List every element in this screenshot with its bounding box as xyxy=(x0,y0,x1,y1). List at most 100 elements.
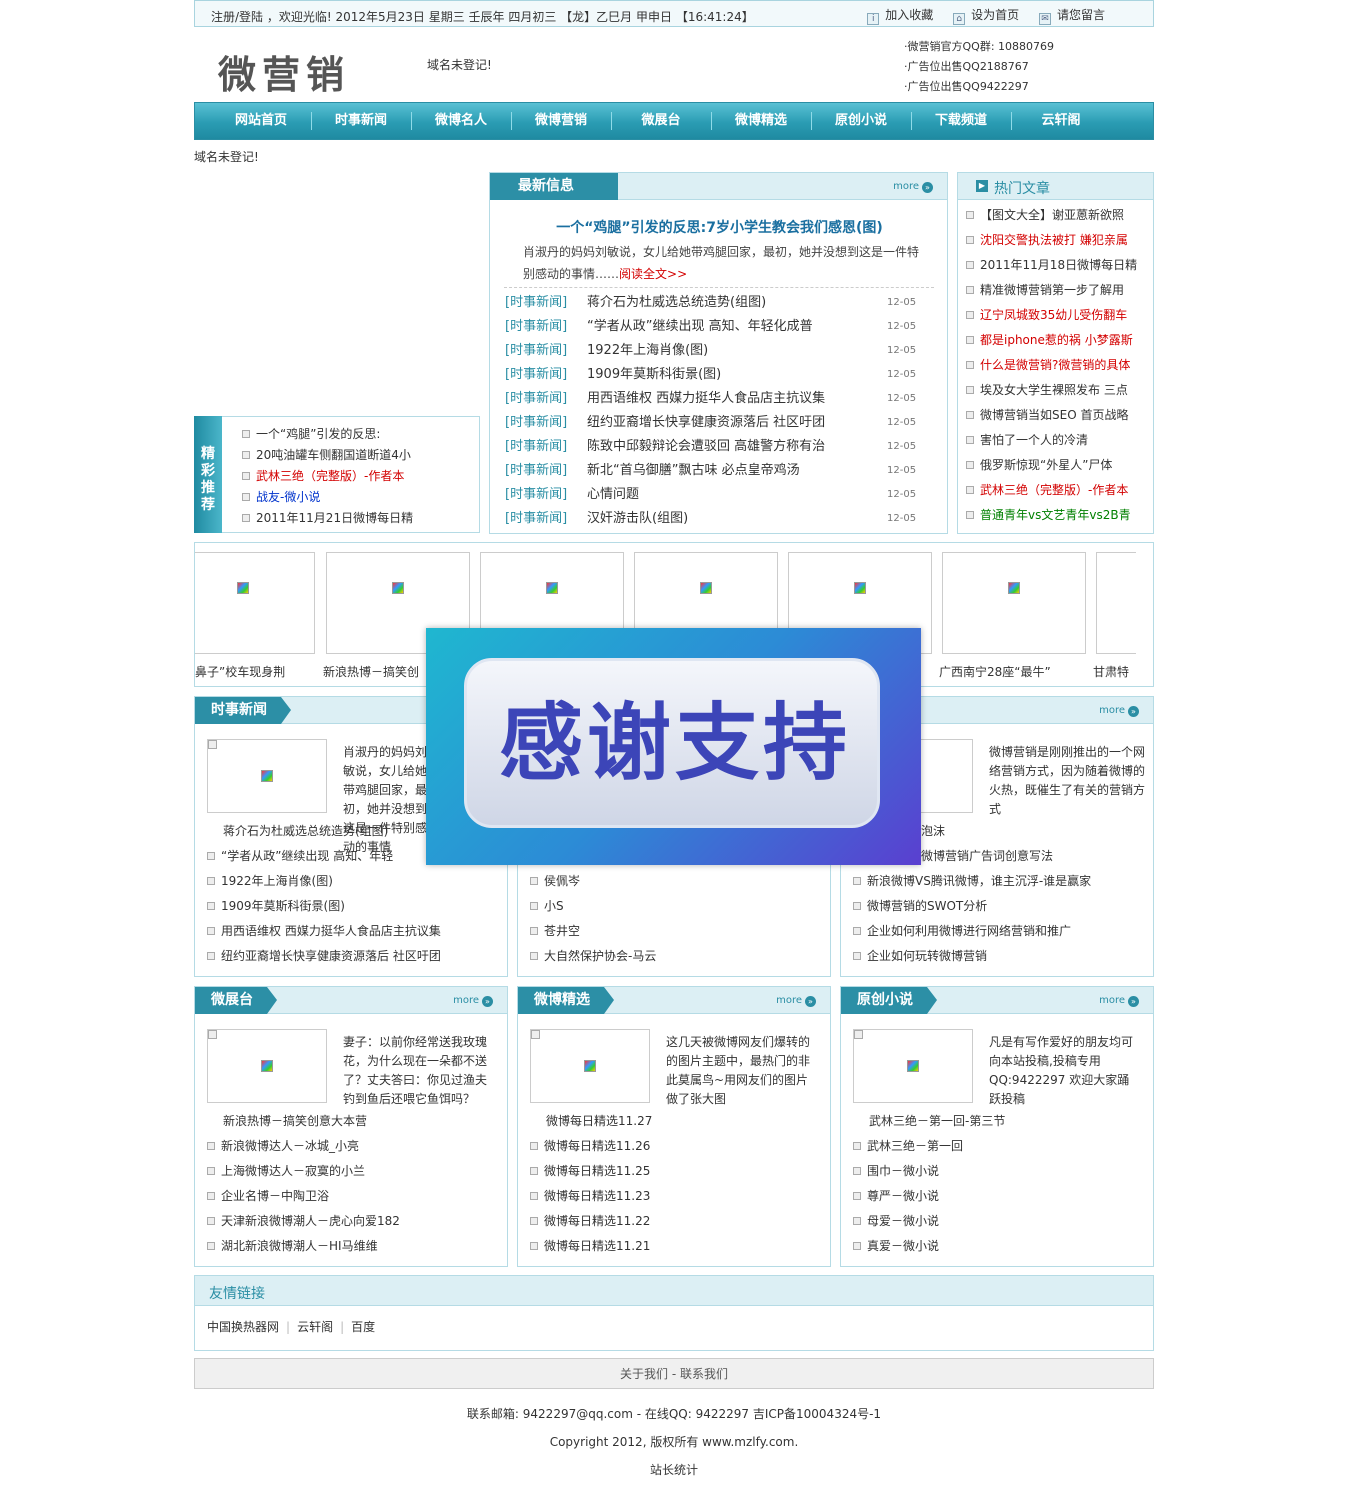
list-item[interactable]: 小S xyxy=(530,894,826,919)
nav-item-showcase[interactable]: 微展台 xyxy=(611,103,711,139)
carousel-item[interactable] xyxy=(942,552,1086,654)
list-item[interactable]: 精准微博营销第一步了解用 xyxy=(966,278,1151,303)
list-item[interactable]: 武林三绝－第一回-第三节 xyxy=(853,1109,1149,1134)
carousel-caption[interactable]: 广西南宁28座“最牛” xyxy=(939,663,1051,680)
list-item[interactable]: 1909年莫斯科街景(图) xyxy=(207,894,503,919)
list-item[interactable]: [时事新闻] 1909年莫斯科街景(图) 12-05 xyxy=(505,363,935,387)
list-item[interactable]: [时事新闻] 1922年上海肖像(图) 12-05 xyxy=(505,339,935,363)
list-item[interactable]: 都是iphone惹的祸 小梦露斯 xyxy=(966,328,1151,353)
nav-item-news[interactable]: 时事新闻 xyxy=(311,103,411,139)
nav-item-yunxuange[interactable]: 云轩阁 xyxy=(1011,103,1111,139)
latest-more-link[interactable]: more» xyxy=(893,181,933,193)
list-item[interactable]: 湖北新浪微博潮人－HI马维维 xyxy=(207,1234,503,1259)
footer-nav[interactable]: 关于我们 - 联系我们 xyxy=(194,1358,1154,1389)
list-item[interactable]: 2011年11月21日微博每日精 xyxy=(242,508,413,529)
list-item[interactable]: 沈阳交警执法被打 嫌犯亲属 xyxy=(966,228,1151,253)
list-item[interactable]: [时事新闻] 汉奸游击队(组图) 12-05 xyxy=(505,507,935,531)
list-item[interactable]: [时事新闻] 心情问题 12-05 xyxy=(505,483,935,507)
list-item[interactable]: 微博每日精选11.27 xyxy=(530,1109,826,1134)
list-item[interactable]: 微博每日精选11.22 xyxy=(530,1209,826,1234)
list-item[interactable]: 真爱－微小说 xyxy=(853,1234,1149,1259)
list-item[interactable]: 武林三绝－第一回 xyxy=(853,1134,1149,1159)
section-thumbnail[interactable] xyxy=(207,1029,327,1103)
friend-link[interactable]: 中国换热器网 xyxy=(207,1320,279,1334)
site-logo[interactable]: 微营销 xyxy=(218,44,350,99)
list-item[interactable]: [时事新闻] 纽约亚裔增长快享健康资源落后 社区吁团 12-05 xyxy=(505,411,935,435)
list-item[interactable]: 1922年上海肖像(图) xyxy=(207,869,503,894)
list-item[interactable]: 新浪热博－搞笑创意大本营 xyxy=(207,1109,503,1134)
friend-link[interactable]: 百度 xyxy=(351,1320,375,1334)
list-item[interactable]: 微博营销当如SEO 首页战略 xyxy=(966,403,1151,428)
list-item[interactable]: 新浪微博达人－冰城_小亮 xyxy=(207,1134,503,1159)
list-item[interactable]: 微博每日精选11.21 xyxy=(530,1234,826,1259)
carousel-item[interactable] xyxy=(195,552,315,654)
nav-item-home[interactable]: 网站首页 xyxy=(211,103,311,139)
list-item[interactable]: 2011年11月18日微博每日精 xyxy=(966,253,1151,278)
list-item[interactable]: 微博每日精选11.25 xyxy=(530,1159,826,1184)
section-more-link[interactable]: more» xyxy=(453,995,493,1007)
section-thumbnail[interactable] xyxy=(853,1029,973,1103)
list-item[interactable]: 微博每日精选11.26 xyxy=(530,1134,826,1159)
list-item[interactable]: 什么是微营销?微营销的具体 xyxy=(966,353,1151,378)
list-item[interactable]: 战友-微小说 xyxy=(242,487,413,508)
nav-item-marketing[interactable]: 微博营销 xyxy=(511,103,611,139)
list-item[interactable]: 尊严－微小说 xyxy=(853,1184,1149,1209)
section-more-link[interactable]: more» xyxy=(1099,705,1139,717)
list-item[interactable]: 侯佩岑 xyxy=(530,869,826,894)
list-item[interactable]: [时事新闻] 陈致中邱毅辩论会遭驳回 高雄警方称有治 12-05 xyxy=(505,435,935,459)
section-thumbnail[interactable] xyxy=(530,1029,650,1103)
nav-item-downloads[interactable]: 下载频道 xyxy=(911,103,1011,139)
list-item[interactable]: 企业如何玩转微博营销 xyxy=(853,944,1149,969)
list-item[interactable]: 20吨油罐车侧翻国道断道4小 xyxy=(242,445,413,466)
list-item[interactable]: [时事新闻] 蒋介石为杜威选总统造势(组图) 12-05 xyxy=(505,291,935,315)
list-item[interactable]: [时事新闻] “学者从政”继续出现 高知、年轻化成普 12-05 xyxy=(505,315,935,339)
list-item[interactable]: 围巾－微小说 xyxy=(853,1159,1149,1184)
friend-link[interactable]: 云轩阁 xyxy=(297,1320,333,1334)
bullet-icon xyxy=(207,877,215,885)
carousel-item[interactable] xyxy=(1096,552,1136,654)
list-item[interactable]: 微博营销的SWOT分析 xyxy=(853,894,1149,919)
nav-item-celebrities[interactable]: 微博名人 xyxy=(411,103,511,139)
list-item[interactable]: 母爱－微小说 xyxy=(853,1209,1149,1234)
section-more-link[interactable]: more» xyxy=(776,995,816,1007)
list-item[interactable]: 上海微博达人－寂寞的小兰 xyxy=(207,1159,503,1184)
list-item[interactable]: 俄罗斯惊现“外星人”尸体 xyxy=(966,453,1151,478)
add-favorite-link[interactable]: i 加入收藏 xyxy=(867,6,933,25)
list-item[interactable]: 【图文大全】谢亚蒽新欲照 xyxy=(966,203,1151,228)
list-item[interactable]: [时事新闻] 新北“首乌御膳”飘古味 必点皇帝鸡汤 12-05 xyxy=(505,459,935,483)
list-item[interactable]: 微博每日精选11.23 xyxy=(530,1184,826,1209)
list-item[interactable]: [时事新闻] 用西语维权 西媒力挺华人食品店主抗议集 12-05 xyxy=(505,387,935,411)
list-item[interactable]: 辽宁凤城致35幼儿受伤翻车 xyxy=(966,303,1151,328)
nav-item-selection[interactable]: 微博精选 xyxy=(711,103,811,139)
list-item[interactable]: 苍井空 xyxy=(530,919,826,944)
thanks-overlay[interactable]: 感谢支持 xyxy=(426,628,921,865)
list-item[interactable]: 害怕了一个人的冷清 xyxy=(966,428,1151,453)
list-item[interactable]: 武林三绝（完整版）-作者本 xyxy=(966,478,1151,503)
latest-headline[interactable]: 一个“鸡腿”引发的反思:7岁小学生教会我们感恩(图) xyxy=(490,217,949,237)
list-item[interactable]: 企业名博－中陶卫浴 xyxy=(207,1184,503,1209)
read-more-link[interactable]: 阅读全文>> xyxy=(619,267,687,281)
list-item[interactable]: 大自然保护协会-马云 xyxy=(530,944,826,969)
section-more-link[interactable]: more» xyxy=(1099,995,1139,1007)
section-thumbnail[interactable] xyxy=(207,739,327,813)
section-title: 时事新闻 xyxy=(195,697,291,724)
broken-image-icon xyxy=(208,1030,217,1039)
carousel-caption[interactable]: 鼻子”校车现身荆 xyxy=(195,663,285,680)
list-item[interactable]: 一个“鸡腿”引发的反思: xyxy=(242,424,413,445)
list-item[interactable]: 天津新浪微博潮人－虎心向爱182 xyxy=(207,1209,503,1234)
carousel-caption[interactable]: 甘肃特 xyxy=(1093,663,1129,680)
list-item[interactable]: 武林三绝（完整版）-作者本 xyxy=(242,466,413,487)
set-homepage-link[interactable]: ⌂ 设为首页 xyxy=(953,6,1019,25)
list-item[interactable]: 用西语维权 西媒力挺华人食品店主抗议集 xyxy=(207,919,503,944)
list-item[interactable]: 纽约亚裔增长快享健康资源落后 社区吁团 xyxy=(207,944,503,969)
leave-message-link[interactable]: ✉ 请您留言 xyxy=(1038,6,1105,25)
list-item[interactable]: 埃及女大学生裸照发布 三点 xyxy=(966,378,1151,403)
list-item[interactable]: 新浪微博VS腾讯微博，谁主沉浮-谁是赢家 xyxy=(853,869,1149,894)
bullet-icon xyxy=(207,927,215,935)
bullet-icon xyxy=(966,486,974,494)
nav-item-novels[interactable]: 原创小说 xyxy=(811,103,911,139)
list-item[interactable]: 普通青年vs文艺青年vs2B青 xyxy=(966,503,1151,528)
list-item[interactable]: 企业如何利用微博进行网络营销和推广 xyxy=(853,919,1149,944)
footer-stats-link[interactable]: 站长统计 xyxy=(194,1461,1154,1478)
carousel-caption[interactable]: 新浪热博－搞笑创 xyxy=(323,663,419,680)
